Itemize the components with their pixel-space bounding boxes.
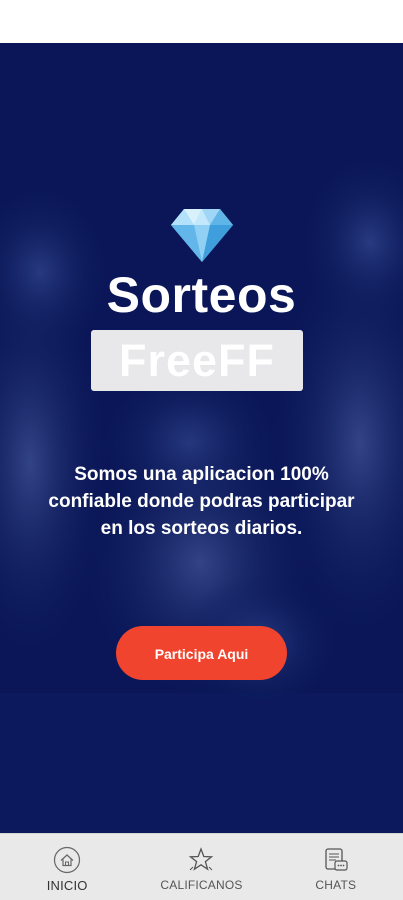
star-icon [189, 847, 214, 871]
home-icon [54, 846, 81, 874]
nav-item-calificanos[interactable]: CALIFICANOS [134, 834, 268, 900]
hero-content: Sorteos FreeFF Somos una aplicacion 100%… [0, 43, 403, 833]
nav-label-calificanos: CALIFICANOS [160, 878, 243, 892]
nav-label-inicio: INICIO [46, 878, 88, 893]
diamond-icon [171, 209, 233, 262]
hero-section: Sorteos FreeFF Somos una aplicacion 100%… [0, 43, 403, 833]
app-title: Sorteos [106, 267, 297, 323]
subtitle-badge: FreeFF [91, 330, 303, 391]
nav-label-chats: CHATS [315, 878, 357, 892]
nav-item-inicio[interactable]: INICIO [0, 834, 134, 900]
nav-item-chats[interactable]: CHATS [269, 834, 403, 900]
chat-icon [325, 848, 348, 871]
bottom-navigation: INICIO CALIFICANOS CHATS [0, 833, 403, 900]
participate-button[interactable]: Participa Aqui [116, 626, 287, 680]
app-subtitle: FreeFF [118, 335, 276, 386]
status-bar [0, 0, 403, 43]
hero-description: Somos una aplicacion 100% confiable dond… [48, 464, 355, 539]
